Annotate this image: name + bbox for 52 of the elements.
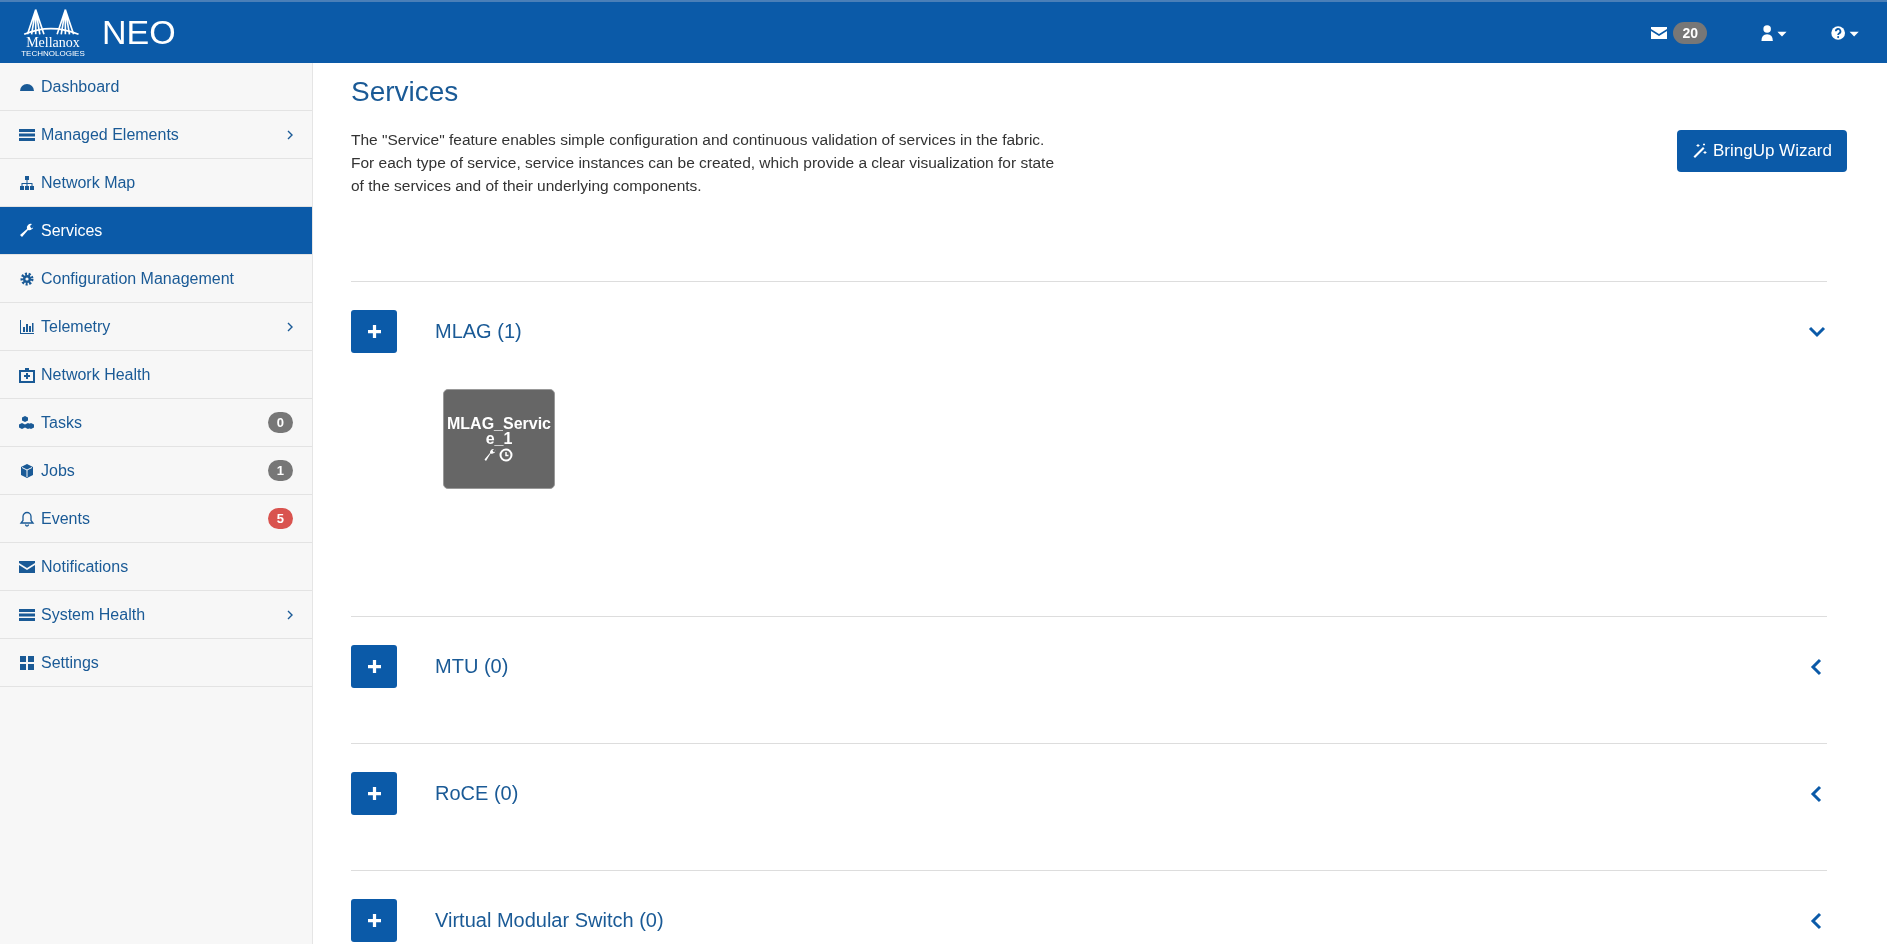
add-service-button[interactable] bbox=[351, 645, 397, 688]
add-service-button[interactable] bbox=[351, 772, 397, 815]
message-count-badge: 20 bbox=[1673, 21, 1707, 44]
plus-icon bbox=[367, 660, 381, 673]
page-description: The "Service" feature enables simple configuration and continuous validation of services in the fabric. For each type of service, service instances can be created, which provide a clear visualization for state of the services and of their underlying components. bbox=[351, 130, 1055, 196]
list-icon bbox=[19, 606, 35, 623]
sidebar-item[interactable]: Jobs 1 bbox=[0, 447, 312, 495]
section-title[interactable]: MLAG (1) bbox=[435, 320, 1807, 343]
medkit-icon bbox=[19, 366, 35, 383]
page-title: Services bbox=[351, 76, 460, 108]
sidebar-item[interactable]: Notifications bbox=[0, 543, 312, 591]
sidebar-item[interactable]: Services bbox=[0, 207, 312, 255]
wrench-clock-icon bbox=[484, 448, 514, 462]
add-service-button[interactable] bbox=[351, 899, 397, 942]
sitemap-icon bbox=[19, 174, 35, 191]
grid-icon bbox=[19, 654, 35, 671]
section-title[interactable]: Virtual Modular Switch (0) bbox=[435, 909, 1807, 932]
count-badge: 5 bbox=[267, 508, 293, 529]
sidebar-item[interactable]: Dashboard bbox=[0, 63, 312, 111]
add-service-button[interactable] bbox=[351, 310, 397, 353]
plus-icon bbox=[367, 787, 381, 800]
sidebar-item[interactable]: System Health bbox=[0, 591, 312, 639]
sidebar-item[interactable]: Telemetry bbox=[0, 303, 312, 351]
sidebar-item[interactable]: Network Health bbox=[0, 351, 312, 399]
chart-icon bbox=[19, 318, 35, 335]
bell-icon bbox=[19, 510, 35, 527]
service-name: MLAG_Service_1 bbox=[445, 416, 552, 446]
logo-subtext: TECHNOLOGIES bbox=[21, 48, 85, 58]
service-tile[interactable]: MLAG_Service_1 bbox=[443, 389, 555, 489]
count-badge: 0 bbox=[267, 412, 293, 433]
app-name: NEO bbox=[102, 13, 176, 52]
sidebar-item[interactable]: Settings bbox=[0, 639, 312, 687]
user-menu-icon[interactable] bbox=[1759, 24, 1789, 41]
mail-icon bbox=[19, 558, 35, 575]
cube-icon bbox=[19, 462, 35, 479]
help-menu-icon[interactable] bbox=[1829, 24, 1861, 41]
gear-icon bbox=[19, 270, 35, 287]
sidebar-item[interactable]: Tasks 0 bbox=[0, 399, 312, 447]
plus-icon bbox=[367, 914, 381, 927]
count-badge: 1 bbox=[267, 460, 293, 481]
bringup-wizard-button[interactable]: BringUp Wizard bbox=[1676, 130, 1847, 172]
sidebar-item[interactable]: Configuration Management bbox=[0, 255, 312, 303]
section-title[interactable]: MTU (0) bbox=[435, 655, 1807, 678]
list-icon bbox=[19, 126, 35, 143]
envelope-icon[interactable] bbox=[1651, 26, 1668, 39]
sidebar-item[interactable]: Events 5 bbox=[0, 495, 312, 543]
logo-text: Mellanox bbox=[26, 35, 80, 49]
section-title[interactable]: RoCE (0) bbox=[435, 782, 1807, 805]
magic-wand-icon bbox=[1691, 143, 1708, 159]
plus-icon bbox=[367, 325, 381, 338]
wrench-icon bbox=[19, 222, 35, 239]
sidebar-item[interactable]: Managed Elements bbox=[0, 111, 312, 159]
